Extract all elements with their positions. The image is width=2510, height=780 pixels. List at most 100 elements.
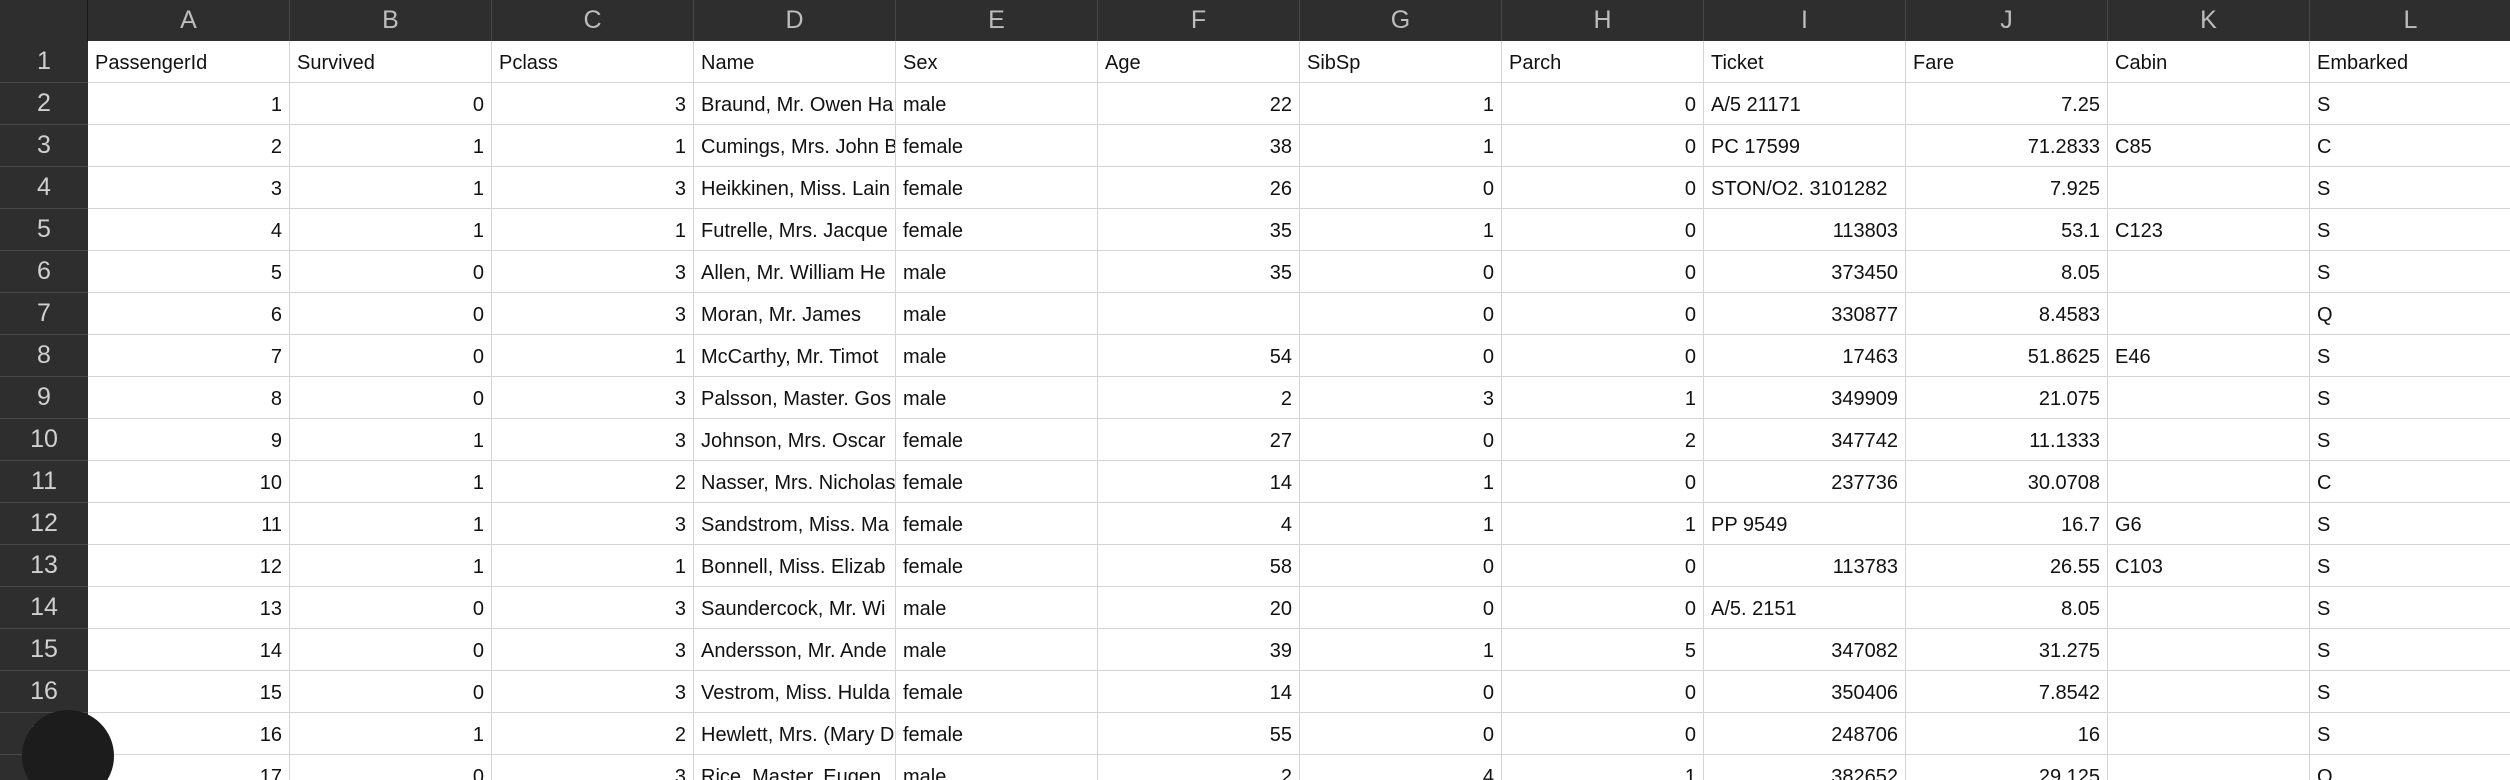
cell-c7[interactable]: 3 [492, 293, 694, 335]
cell-b11[interactable]: 1 [290, 461, 492, 503]
cell-g2[interactable]: 1 [1300, 83, 1502, 125]
cell-g6[interactable]: 0 [1300, 251, 1502, 293]
cell-k5[interactable]: C123 [2108, 209, 2310, 251]
cell-e3[interactable]: female [896, 125, 1098, 167]
cell-c6[interactable]: 3 [492, 251, 694, 293]
cell-i10[interactable]: 347742 [1704, 419, 1906, 461]
cell-h2[interactable]: 0 [1502, 83, 1704, 125]
cell-e2[interactable]: male [896, 83, 1098, 125]
cell-i11[interactable]: 237736 [1704, 461, 1906, 503]
cell-a8[interactable]: 7 [88, 335, 290, 377]
cell-j12[interactable]: 16.7 [1906, 503, 2108, 545]
cell-c4[interactable]: 3 [492, 167, 694, 209]
cell-l18[interactable]: Q [2310, 755, 2510, 780]
cell-c13[interactable]: 1 [492, 545, 694, 587]
cell-e7[interactable]: male [896, 293, 1098, 335]
cell-g4[interactable]: 0 [1300, 167, 1502, 209]
cell-f11[interactable]: 14 [1098, 461, 1300, 503]
cell-l2[interactable]: S [2310, 83, 2510, 125]
row-header[interactable]: 16 [0, 671, 88, 713]
cell-k14[interactable] [2108, 587, 2310, 629]
cell-a12[interactable]: 11 [88, 503, 290, 545]
cell-k7[interactable] [2108, 293, 2310, 335]
cell-l4[interactable]: S [2310, 167, 2510, 209]
cell-e5[interactable]: female [896, 209, 1098, 251]
cell-h16[interactable]: 0 [1502, 671, 1704, 713]
cell-i8[interactable]: 17463 [1704, 335, 1906, 377]
cell-i17[interactable]: 248706 [1704, 713, 1906, 755]
cell-h17[interactable]: 0 [1502, 713, 1704, 755]
cell-l15[interactable]: S [2310, 629, 2510, 671]
cell-i2[interactable]: A/5 21171 [1704, 83, 1906, 125]
cell-j17[interactable]: 16 [1906, 713, 2108, 755]
cell-e1[interactable]: Sex [896, 41, 1098, 83]
cell-g17[interactable]: 0 [1300, 713, 1502, 755]
cell-j13[interactable]: 26.55 [1906, 545, 2108, 587]
cell-e8[interactable]: male [896, 335, 1098, 377]
cell-k8[interactable]: E46 [2108, 335, 2310, 377]
row-header[interactable]: 2 [0, 83, 88, 125]
cell-c17[interactable]: 2 [492, 713, 694, 755]
cell-f6[interactable]: 35 [1098, 251, 1300, 293]
cell-b15[interactable]: 0 [290, 629, 492, 671]
row-header[interactable]: 10 [0, 419, 88, 461]
cell-j3[interactable]: 71.2833 [1906, 125, 2108, 167]
cell-h9[interactable]: 1 [1502, 377, 1704, 419]
cell-d6[interactable]: Allen, Mr. William He [694, 251, 896, 293]
cell-i5[interactable]: 113803 [1704, 209, 1906, 251]
cell-j9[interactable]: 21.075 [1906, 377, 2108, 419]
cell-e12[interactable]: female [896, 503, 1098, 545]
cell-l3[interactable]: C [2310, 125, 2510, 167]
cell-g10[interactable]: 0 [1300, 419, 1502, 461]
row-header[interactable]: 13 [0, 545, 88, 587]
cell-a7[interactable]: 6 [88, 293, 290, 335]
cell-k15[interactable] [2108, 629, 2310, 671]
cell-k4[interactable] [2108, 167, 2310, 209]
cell-g18[interactable]: 4 [1300, 755, 1502, 780]
cell-l13[interactable]: S [2310, 545, 2510, 587]
cell-g7[interactable]: 0 [1300, 293, 1502, 335]
cell-f7[interactable] [1098, 293, 1300, 335]
cell-b9[interactable]: 0 [290, 377, 492, 419]
cell-j7[interactable]: 8.4583 [1906, 293, 2108, 335]
cell-i9[interactable]: 349909 [1704, 377, 1906, 419]
cell-b3[interactable]: 1 [290, 125, 492, 167]
cell-e10[interactable]: female [896, 419, 1098, 461]
cell-d17[interactable]: Hewlett, Mrs. (Mary D [694, 713, 896, 755]
row-header[interactable]: 5 [0, 209, 88, 251]
cell-h5[interactable]: 0 [1502, 209, 1704, 251]
cell-a4[interactable]: 3 [88, 167, 290, 209]
row-header[interactable]: 11 [0, 461, 88, 503]
cell-g5[interactable]: 1 [1300, 209, 1502, 251]
cell-c16[interactable]: 3 [492, 671, 694, 713]
row-header[interactable]: 3 [0, 125, 88, 167]
column-header-c[interactable]: C [492, 0, 694, 41]
cell-i6[interactable]: 373450 [1704, 251, 1906, 293]
row-header[interactable]: 6 [0, 251, 88, 293]
column-header-j[interactable]: J [1906, 0, 2108, 41]
cell-d11[interactable]: Nasser, Mrs. Nicholas [694, 461, 896, 503]
row-header[interactable]: 4 [0, 167, 88, 209]
cell-f5[interactable]: 35 [1098, 209, 1300, 251]
column-header-i[interactable]: I [1704, 0, 1906, 41]
cell-d15[interactable]: Andersson, Mr. Ande [694, 629, 896, 671]
column-header-l[interactable]: L [2310, 0, 2510, 41]
cell-h4[interactable]: 0 [1502, 167, 1704, 209]
cell-c15[interactable]: 3 [492, 629, 694, 671]
cell-h7[interactable]: 0 [1502, 293, 1704, 335]
cell-g8[interactable]: 0 [1300, 335, 1502, 377]
cell-b14[interactable]: 0 [290, 587, 492, 629]
cell-a13[interactable]: 12 [88, 545, 290, 587]
cell-l5[interactable]: S [2310, 209, 2510, 251]
cell-i7[interactable]: 330877 [1704, 293, 1906, 335]
cell-h18[interactable]: 1 [1502, 755, 1704, 780]
select-all-corner[interactable] [0, 0, 88, 41]
row-header[interactable]: 12 [0, 503, 88, 545]
cell-a6[interactable]: 5 [88, 251, 290, 293]
cell-g15[interactable]: 1 [1300, 629, 1502, 671]
column-header-h[interactable]: H [1502, 0, 1704, 41]
cell-g16[interactable]: 0 [1300, 671, 1502, 713]
row-header[interactable]: 8 [0, 335, 88, 377]
cell-g12[interactable]: 1 [1300, 503, 1502, 545]
cell-e11[interactable]: female [896, 461, 1098, 503]
